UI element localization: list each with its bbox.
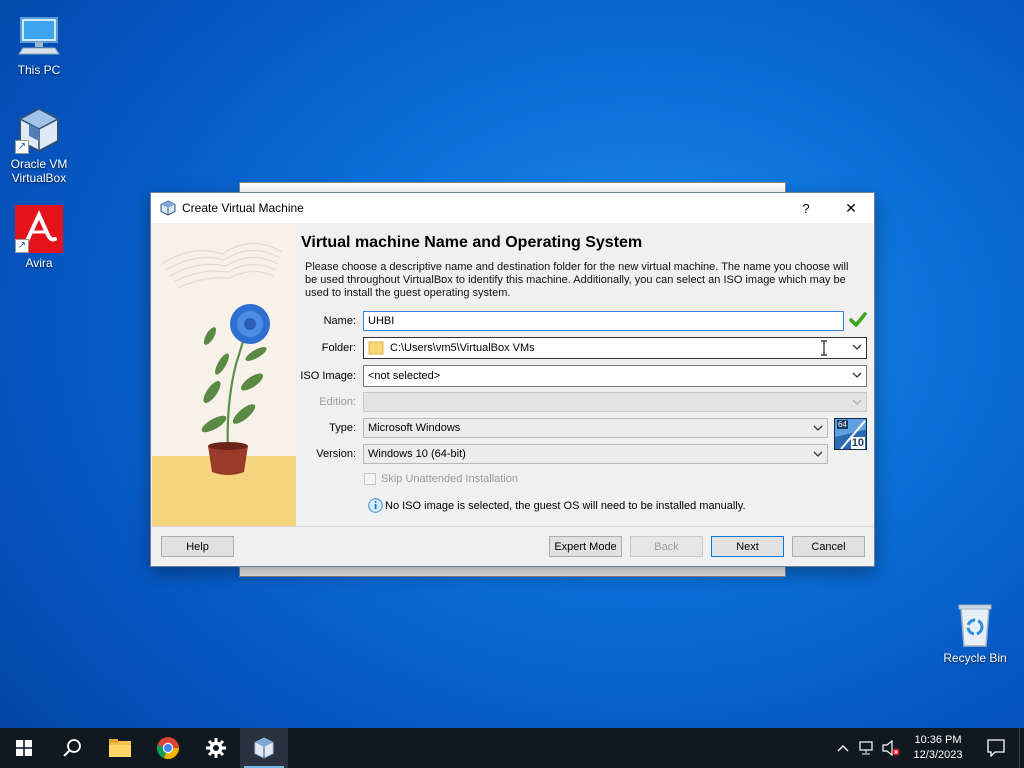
type-value: Microsoft Windows xyxy=(368,422,461,434)
taskbar: 10:36 PM 12/3/2023 xyxy=(0,728,1024,768)
dialog-title: Create Virtual Machine xyxy=(182,201,304,215)
skip-unattended-checkbox xyxy=(364,473,376,485)
text-cursor-icon xyxy=(821,340,827,356)
close-button[interactable]: ✕ xyxy=(828,193,874,223)
os-badge-64: 64 xyxy=(837,420,848,429)
page-description: Please choose a descriptive name and des… xyxy=(305,261,849,299)
virtualbox-icon xyxy=(160,200,176,216)
taskbar-virtualbox[interactable] xyxy=(240,728,288,768)
chevron-down-icon xyxy=(813,451,823,457)
create-vm-dialog: Create Virtual Machine ? ✕ Virtual machi… xyxy=(150,192,875,567)
os-type-badge-icon: 64 10 xyxy=(834,418,867,450)
type-combo[interactable]: Microsoft Windows xyxy=(363,418,828,438)
os-badge-version: 10 xyxy=(850,437,865,449)
desktop-icon-label: This PC xyxy=(17,63,61,77)
chevron-down-icon xyxy=(852,344,862,350)
desktop-icon-label: Oracle VM VirtualBox xyxy=(10,157,68,185)
cancel-label: Cancel xyxy=(811,540,846,553)
shortcut-arrow-icon: ↗ xyxy=(15,239,29,253)
chrome-icon xyxy=(157,737,180,760)
name-valid-check-icon xyxy=(849,312,867,327)
taskbar-file-explorer[interactable] xyxy=(96,728,144,768)
help-button[interactable]: Help xyxy=(161,536,234,557)
iso-image-combo[interactable]: <not selected> xyxy=(363,365,867,387)
skip-unattended-label: Skip Unattended Installation xyxy=(381,473,518,485)
info-icon xyxy=(368,498,383,513)
type-label: Type: xyxy=(329,422,356,434)
back-label: Back xyxy=(654,540,679,553)
name-value: UHBI xyxy=(368,315,395,327)
dialog-titlebar[interactable]: Create Virtual Machine ? ✕ xyxy=(151,193,874,223)
taskbar-search-button[interactable] xyxy=(48,728,96,768)
system-tray: 10:36 PM 12/3/2023 xyxy=(831,728,1024,768)
info-message: No ISO image is selected, the guest OS w… xyxy=(385,500,746,512)
wizard-content: Virtual machine Name and Operating Syste… xyxy=(301,224,871,300)
name-label: Name: xyxy=(323,315,356,327)
folder-value: C:\Users\vm5\VirtualBox VMs xyxy=(390,342,535,354)
recycle-bin-icon xyxy=(951,600,999,648)
desktop-icon-virtualbox[interactable]: ↗ Oracle VM VirtualBox xyxy=(3,106,75,185)
button-bar-divider xyxy=(151,526,874,527)
desktop-icon-label: Avira xyxy=(25,256,53,270)
volume-muted-icon xyxy=(882,740,900,756)
start-button[interactable] xyxy=(0,728,48,768)
network-icon xyxy=(859,741,873,755)
version-value: Windows 10 (64-bit) xyxy=(368,448,466,460)
notification-icon xyxy=(987,739,1005,757)
volume-button[interactable] xyxy=(879,728,903,768)
show-desktop-button[interactable] xyxy=(1019,728,1024,768)
file-explorer-icon xyxy=(109,739,131,757)
show-hidden-icons-button[interactable] xyxy=(831,728,855,768)
chevron-down-icon xyxy=(813,425,823,431)
desktop-icon-this-pc[interactable]: This PC xyxy=(3,12,75,77)
edition-label: Edition: xyxy=(319,396,356,408)
taskbar-clock[interactable]: 10:36 PM 12/3/2023 xyxy=(903,733,973,763)
next-button[interactable]: Next xyxy=(711,536,784,557)
chevron-down-icon xyxy=(852,372,862,378)
iso-image-label: ISO Image: xyxy=(300,370,356,382)
clock-time: 10:36 PM xyxy=(914,734,962,746)
help-glyph: ? xyxy=(802,200,810,216)
help-button-label: Help xyxy=(186,540,209,553)
name-input[interactable]: UHBI xyxy=(363,311,844,331)
desktop-icon-avira[interactable]: ↗ Avira xyxy=(3,205,75,270)
expert-mode-label: Expert Mode xyxy=(554,540,617,553)
iso-image-value: <not selected> xyxy=(368,370,441,382)
version-combo[interactable]: Windows 10 (64-bit) xyxy=(363,444,828,464)
shortcut-arrow-icon: ↗ xyxy=(15,140,29,154)
expert-mode-button[interactable]: Expert Mode xyxy=(549,536,622,557)
virtualbox-icon xyxy=(254,737,274,759)
settings-icon xyxy=(206,738,226,758)
help-title-button[interactable]: ? xyxy=(783,193,829,223)
search-icon xyxy=(63,739,81,757)
chevron-down-icon xyxy=(852,399,862,405)
edition-combo xyxy=(363,392,867,412)
next-label: Next xyxy=(736,540,759,553)
taskbar-settings[interactable] xyxy=(192,728,240,768)
action-center-button[interactable] xyxy=(973,728,1019,768)
avira-icon: ↗ xyxy=(15,205,63,253)
cancel-button[interactable]: Cancel xyxy=(792,536,865,557)
folder-label: Folder: xyxy=(321,342,356,354)
folder-icon xyxy=(368,341,384,355)
clock-date: 12/3/2023 xyxy=(913,749,963,761)
network-button[interactable] xyxy=(855,728,879,768)
folder-combo[interactable]: C:\Users\vm5\VirtualBox VMs xyxy=(363,337,867,359)
this-pc-icon xyxy=(15,12,63,60)
taskbar-chrome[interactable] xyxy=(144,728,192,768)
back-button[interactable]: Back xyxy=(630,536,703,557)
close-icon: ✕ xyxy=(845,199,857,216)
chevron-up-icon xyxy=(837,745,849,752)
windows-start-icon xyxy=(16,740,32,756)
wizard-illustration xyxy=(152,224,296,526)
desktop-icon-label: Recycle Bin xyxy=(943,651,1007,665)
virtualbox-cube-icon: ↗ xyxy=(15,106,63,154)
page-title: Virtual machine Name and Operating Syste… xyxy=(301,234,643,251)
desktop-icon-recycle-bin[interactable]: Recycle Bin xyxy=(939,600,1011,665)
version-label: Version: xyxy=(316,448,356,460)
